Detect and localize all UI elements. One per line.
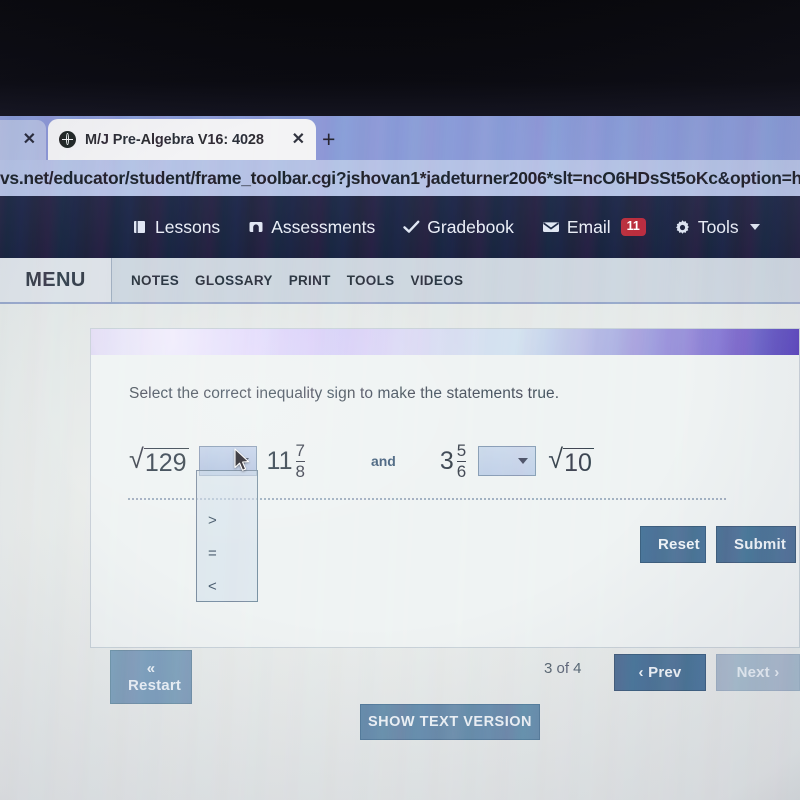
fraction: 7 8 [295, 440, 305, 481]
radicand: 129 [143, 447, 189, 477]
sub-item-notes[interactable]: NOTES [131, 273, 179, 288]
gear-icon [674, 219, 691, 236]
mixed-number-3-5-6: 3 5 6 [439, 440, 467, 481]
radicand: 10 [563, 447, 594, 477]
lesson-sub-toolbar: MENU NOTES GLOSSARY PRINT TOOLS VIDEOS [0, 258, 800, 304]
site-navigation: Lessons Assessments Gradebook Email 11 T… [0, 196, 800, 258]
nav-item-email[interactable]: Email 11 [542, 217, 646, 238]
reset-button[interactable]: Reset [640, 526, 706, 563]
show-text-version-button[interactable]: SHOW TEXT VERSION [360, 704, 540, 740]
email-unread-badge: 11 [620, 218, 646, 236]
inequality-select-2[interactable] [478, 446, 537, 476]
nav-item-label: Email [566, 216, 611, 237]
sqrt-10: √ 10 [548, 443, 594, 477]
mixed-number-11-7-8: 11 7 8 [266, 440, 305, 481]
menu-button[interactable]: MENU [0, 258, 112, 302]
check-icon [403, 219, 420, 235]
nav-item-label: Tools [697, 216, 739, 237]
conjunction-label: and [370, 453, 396, 469]
new-tab-button[interactable]: + [322, 128, 335, 151]
chevron-down-icon [518, 458, 529, 464]
page-indicator: 3 of 4 [544, 660, 582, 677]
nav-item-label: Gradebook [427, 216, 514, 237]
prev-button[interactable]: ‹ Prev [614, 654, 706, 691]
next-button: Next › [716, 654, 800, 691]
book-icon [132, 219, 148, 235]
sqrt-129: √ 129 [129, 443, 189, 477]
numerator: 7 [295, 440, 305, 460]
denominator: 6 [456, 460, 467, 481]
whole-part: 11 [266, 446, 293, 475]
nav-item-tools[interactable]: Tools [674, 217, 760, 238]
denominator: 8 [295, 460, 305, 481]
sub-toolbar-items: NOTES GLOSSARY PRINT TOOLS VIDEOS [112, 273, 463, 288]
mouse-cursor-icon [234, 448, 251, 478]
submit-button[interactable]: Submit [716, 526, 796, 563]
sub-item-print[interactable]: PRINT [289, 273, 331, 288]
browser-tab-partial[interactable]: ✕ [0, 120, 46, 160]
card-decorative-banner [91, 329, 799, 355]
dropdown-option-less-than[interactable]: < [197, 570, 257, 603]
nav-item-label: Assessments [271, 216, 376, 237]
nav-item-label: Lessons [155, 216, 221, 237]
restart-button[interactable]: « Restart [110, 650, 192, 704]
screenshot-root: ✕ M/J Pre-Algebra V16: 4028 ✕ + vs.net/e… [0, 0, 800, 800]
nav-item-lessons[interactable]: Lessons [132, 217, 220, 238]
sub-item-glossary[interactable]: GLOSSARY [195, 273, 273, 288]
whole-part: 3 [439, 446, 454, 475]
browser-tab-strip: ✕ M/J Pre-Algebra V16: 4028 ✕ + [0, 116, 800, 160]
envelope-icon [542, 219, 560, 235]
browser-url-bar[interactable]: vs.net/educator/student/frame_toolbar.cg… [0, 160, 800, 196]
browser-tab-title: M/J Pre-Algebra V16: 4028 [85, 131, 264, 148]
sub-item-tools[interactable]: TOOLS [347, 273, 395, 288]
fraction: 5 6 [456, 440, 467, 481]
folder-icon [248, 219, 264, 235]
inequality-dropdown-list[interactable]: > = < [196, 470, 258, 602]
numerator: 5 [456, 440, 467, 460]
chevron-down-icon [749, 224, 760, 230]
dropdown-option-greater-than[interactable]: > [197, 504, 257, 537]
radical-sign: √ [548, 443, 564, 474]
close-icon[interactable]: ✕ [292, 131, 305, 148]
monitor-bezel [0, 0, 800, 116]
dropdown-option-equals[interactable]: = [197, 537, 257, 570]
url-text: vs.net/educator/student/frame_toolbar.cg… [0, 167, 800, 188]
radical-sign: √ [129, 443, 144, 474]
sub-item-videos[interactable]: VIDEOS [410, 273, 463, 288]
nav-item-gradebook[interactable]: Gradebook [403, 217, 514, 238]
globe-icon [59, 131, 76, 148]
close-icon[interactable]: ✕ [23, 132, 36, 148]
question-text: Select the correct inequality sign to ma… [129, 385, 560, 402]
browser-tab-active[interactable]: M/J Pre-Algebra V16: 4028 ✕ [48, 119, 316, 160]
nav-item-assessments[interactable]: Assessments [248, 217, 375, 238]
